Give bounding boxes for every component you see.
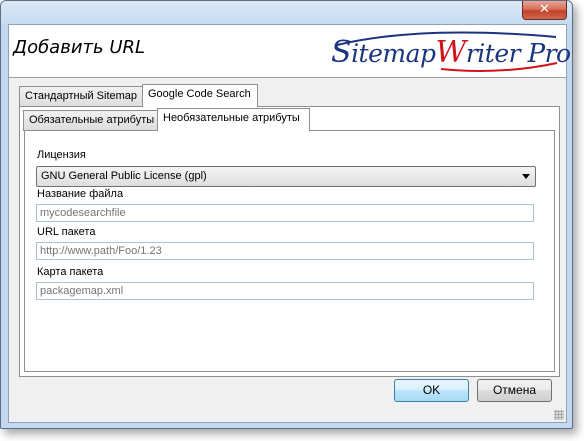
tab-standard-sitemap[interactable]: Стандартный Sitemap: [19, 86, 148, 107]
cancel-button[interactable]: Отмена: [477, 379, 552, 402]
sitemap-writer-pro-logo: SitemapWriter Pro: [331, 29, 571, 75]
logo-text: SitemapWriter Pro: [331, 35, 571, 70]
close-icon: ✕: [539, 2, 550, 17]
package-map-input[interactable]: [36, 282, 534, 300]
ok-button[interactable]: OK: [394, 379, 469, 402]
tab-optional-attributes[interactable]: Необязательные атрибуты: [157, 108, 310, 131]
dropdown-arrow-icon: [522, 174, 530, 179]
dialog-title: Добавить URL: [13, 37, 146, 58]
license-select[interactable]: GNU General Public License (gpl): [36, 166, 536, 187]
tab-google-code-search[interactable]: Google Code Search: [142, 84, 258, 107]
dialog-header: Добавить URL SitemapWriter Pro: [9, 25, 571, 78]
dialog-client-area: Добавить URL SitemapWriter Pro Стандартн…: [8, 24, 571, 423]
tab-label: Стандартный Sitemap: [25, 90, 138, 102]
title-bar[interactable]: ✕: [1, 1, 572, 25]
google-code-search-panel: Обязательные атрибуты Необязательные атр…: [19, 106, 560, 377]
package-map-label: Карта пакета: [37, 266, 104, 278]
resize-grip-icon[interactable]: [554, 410, 564, 420]
package-url-label: URL пакета: [37, 226, 96, 238]
tab-label: Обязательные атрибуты: [29, 114, 155, 126]
license-label: Лицензия: [37, 149, 86, 161]
filename-input[interactable]: [36, 204, 534, 222]
tab-required-attributes[interactable]: Обязательные атрибуты: [23, 110, 160, 131]
package-url-input[interactable]: [36, 242, 534, 260]
tab-label: Google Code Search: [148, 88, 251, 100]
optional-attributes-panel: Лицензия GNU General Public License (gpl…: [24, 130, 555, 372]
close-button[interactable]: ✕: [522, 1, 567, 20]
tab-label: Необязательные атрибуты: [163, 112, 300, 124]
dialog-window: ✕ Добавить URL SitemapWriter Pro Стандар…: [0, 0, 573, 429]
filename-label: Название файла: [37, 188, 124, 200]
license-value: GNU General Public License (gpl): [41, 170, 207, 182]
